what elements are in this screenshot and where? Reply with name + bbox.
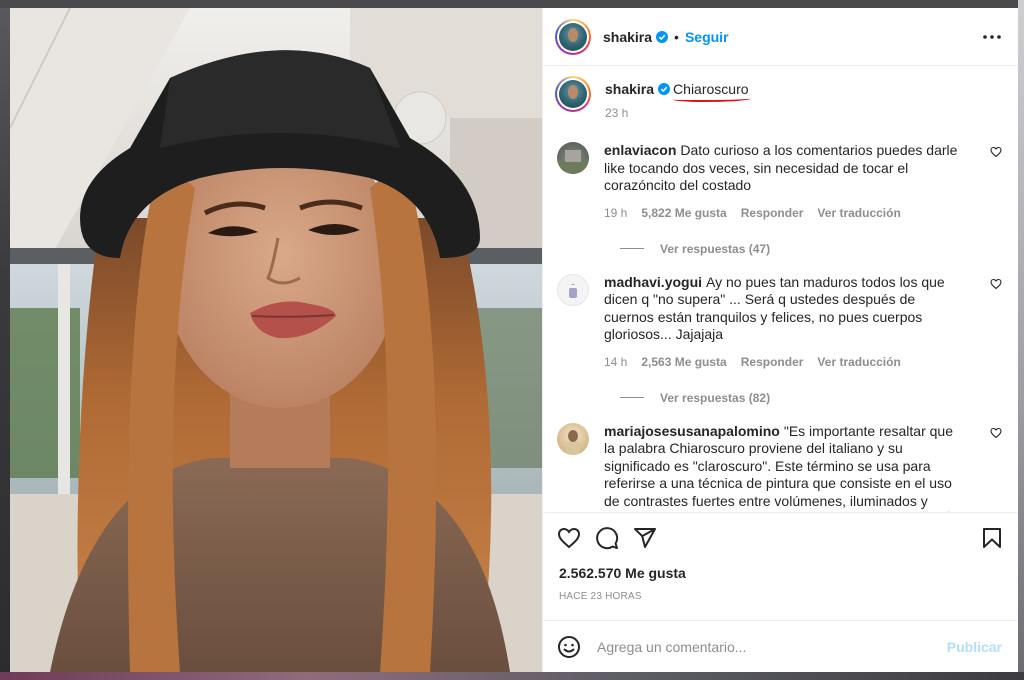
comment-input[interactable]: [595, 637, 945, 656]
post-photo[interactable]: [10, 8, 542, 672]
caption-username[interactable]: shakira: [605, 81, 654, 97]
post-timestamp[interactable]: HACE 23 HORAS: [543, 581, 1018, 602]
view-replies-label: Ver respuestas (82): [660, 390, 771, 405]
post-header: shakira • Seguir: [543, 8, 1018, 66]
comment-heart-icon[interactable]: [990, 427, 1002, 439]
add-comment-bar: Publicar: [543, 620, 1018, 672]
post-modal: shakira • Seguir shakira Chiaroscuro 23 …: [10, 8, 1018, 672]
commenter-avatar[interactable]: ~: [557, 273, 589, 306]
comment-icon[interactable]: [595, 526, 619, 550]
post-side-panel: shakira • Seguir shakira Chiaroscuro 23 …: [542, 8, 1018, 672]
heart-icon[interactable]: [557, 526, 581, 550]
replies-divider: [620, 248, 644, 249]
comment-item: mariajosesusanapalomino "Es importante re…: [555, 422, 1004, 512]
comment-likes[interactable]: 5,822 Me gusta: [641, 206, 726, 220]
comment-username[interactable]: enlaviacon: [604, 142, 676, 158]
reply-button[interactable]: Responder: [741, 355, 804, 369]
comments-section[interactable]: shakira Chiaroscuro 23 h enlaviacon Dato …: [543, 66, 1018, 513]
commenter-avatar[interactable]: [557, 422, 589, 455]
caption-text: Chiaroscuro: [673, 81, 749, 97]
comment-heart-icon[interactable]: [990, 146, 1002, 158]
comment-username[interactable]: madhavi.yogui: [604, 274, 702, 290]
verified-badge-icon: [656, 30, 669, 43]
backdrop-bottom-strip: [0, 672, 1024, 680]
post-caption: shakira Chiaroscuro 23 h: [555, 76, 1004, 120]
bookmark-icon[interactable]: [980, 526, 1004, 550]
translate-button[interactable]: Ver traducción: [817, 206, 900, 220]
caption-author-avatar[interactable]: [555, 76, 591, 112]
comment-likes[interactable]: 2,563 Me gusta: [641, 355, 726, 369]
view-replies-button[interactable]: Ver respuestas (47): [620, 242, 1004, 256]
publish-button[interactable]: Publicar: [945, 639, 1004, 655]
header-dot-separator: •: [674, 28, 679, 45]
translate-button[interactable]: Ver traducción: [817, 355, 900, 369]
backdrop-top-strip: [0, 0, 1024, 8]
comment-item: enlaviacon Dato curioso a los comentarios…: [555, 142, 1004, 220]
comment-item: ~ madhavi.yogui Ay no pues tan maduros to…: [555, 273, 1004, 369]
view-replies-label: Ver respuestas (47): [660, 241, 771, 256]
follow-button[interactable]: Seguir: [685, 29, 729, 45]
comment-heart-icon[interactable]: [990, 278, 1002, 290]
author-username[interactable]: shakira: [603, 29, 652, 45]
post-actions-bar: [543, 513, 1018, 563]
share-icon[interactable]: [633, 526, 657, 550]
backdrop-right-strip: [1018, 0, 1024, 680]
reply-button[interactable]: Responder: [741, 206, 804, 220]
replies-divider: [620, 397, 644, 398]
caption-timestamp[interactable]: 23 h: [605, 106, 749, 120]
comment-timestamp[interactable]: 19 h: [604, 206, 627, 220]
like-count[interactable]: 2.562.570 Me gusta: [543, 563, 1018, 581]
svg-text:~: ~: [571, 282, 575, 288]
commenter-avatar[interactable]: [557, 142, 589, 174]
author-avatar[interactable]: [555, 18, 591, 55]
more-options-icon[interactable]: [980, 25, 1004, 49]
comment-timestamp[interactable]: 14 h: [604, 355, 627, 369]
comment-username[interactable]: mariajosesusanapalomino: [604, 423, 780, 439]
emoji-icon[interactable]: [557, 635, 581, 659]
verified-badge-icon: [658, 83, 671, 95]
view-replies-button[interactable]: Ver respuestas (82): [620, 391, 1004, 405]
post-photo-illustration: [10, 8, 542, 672]
